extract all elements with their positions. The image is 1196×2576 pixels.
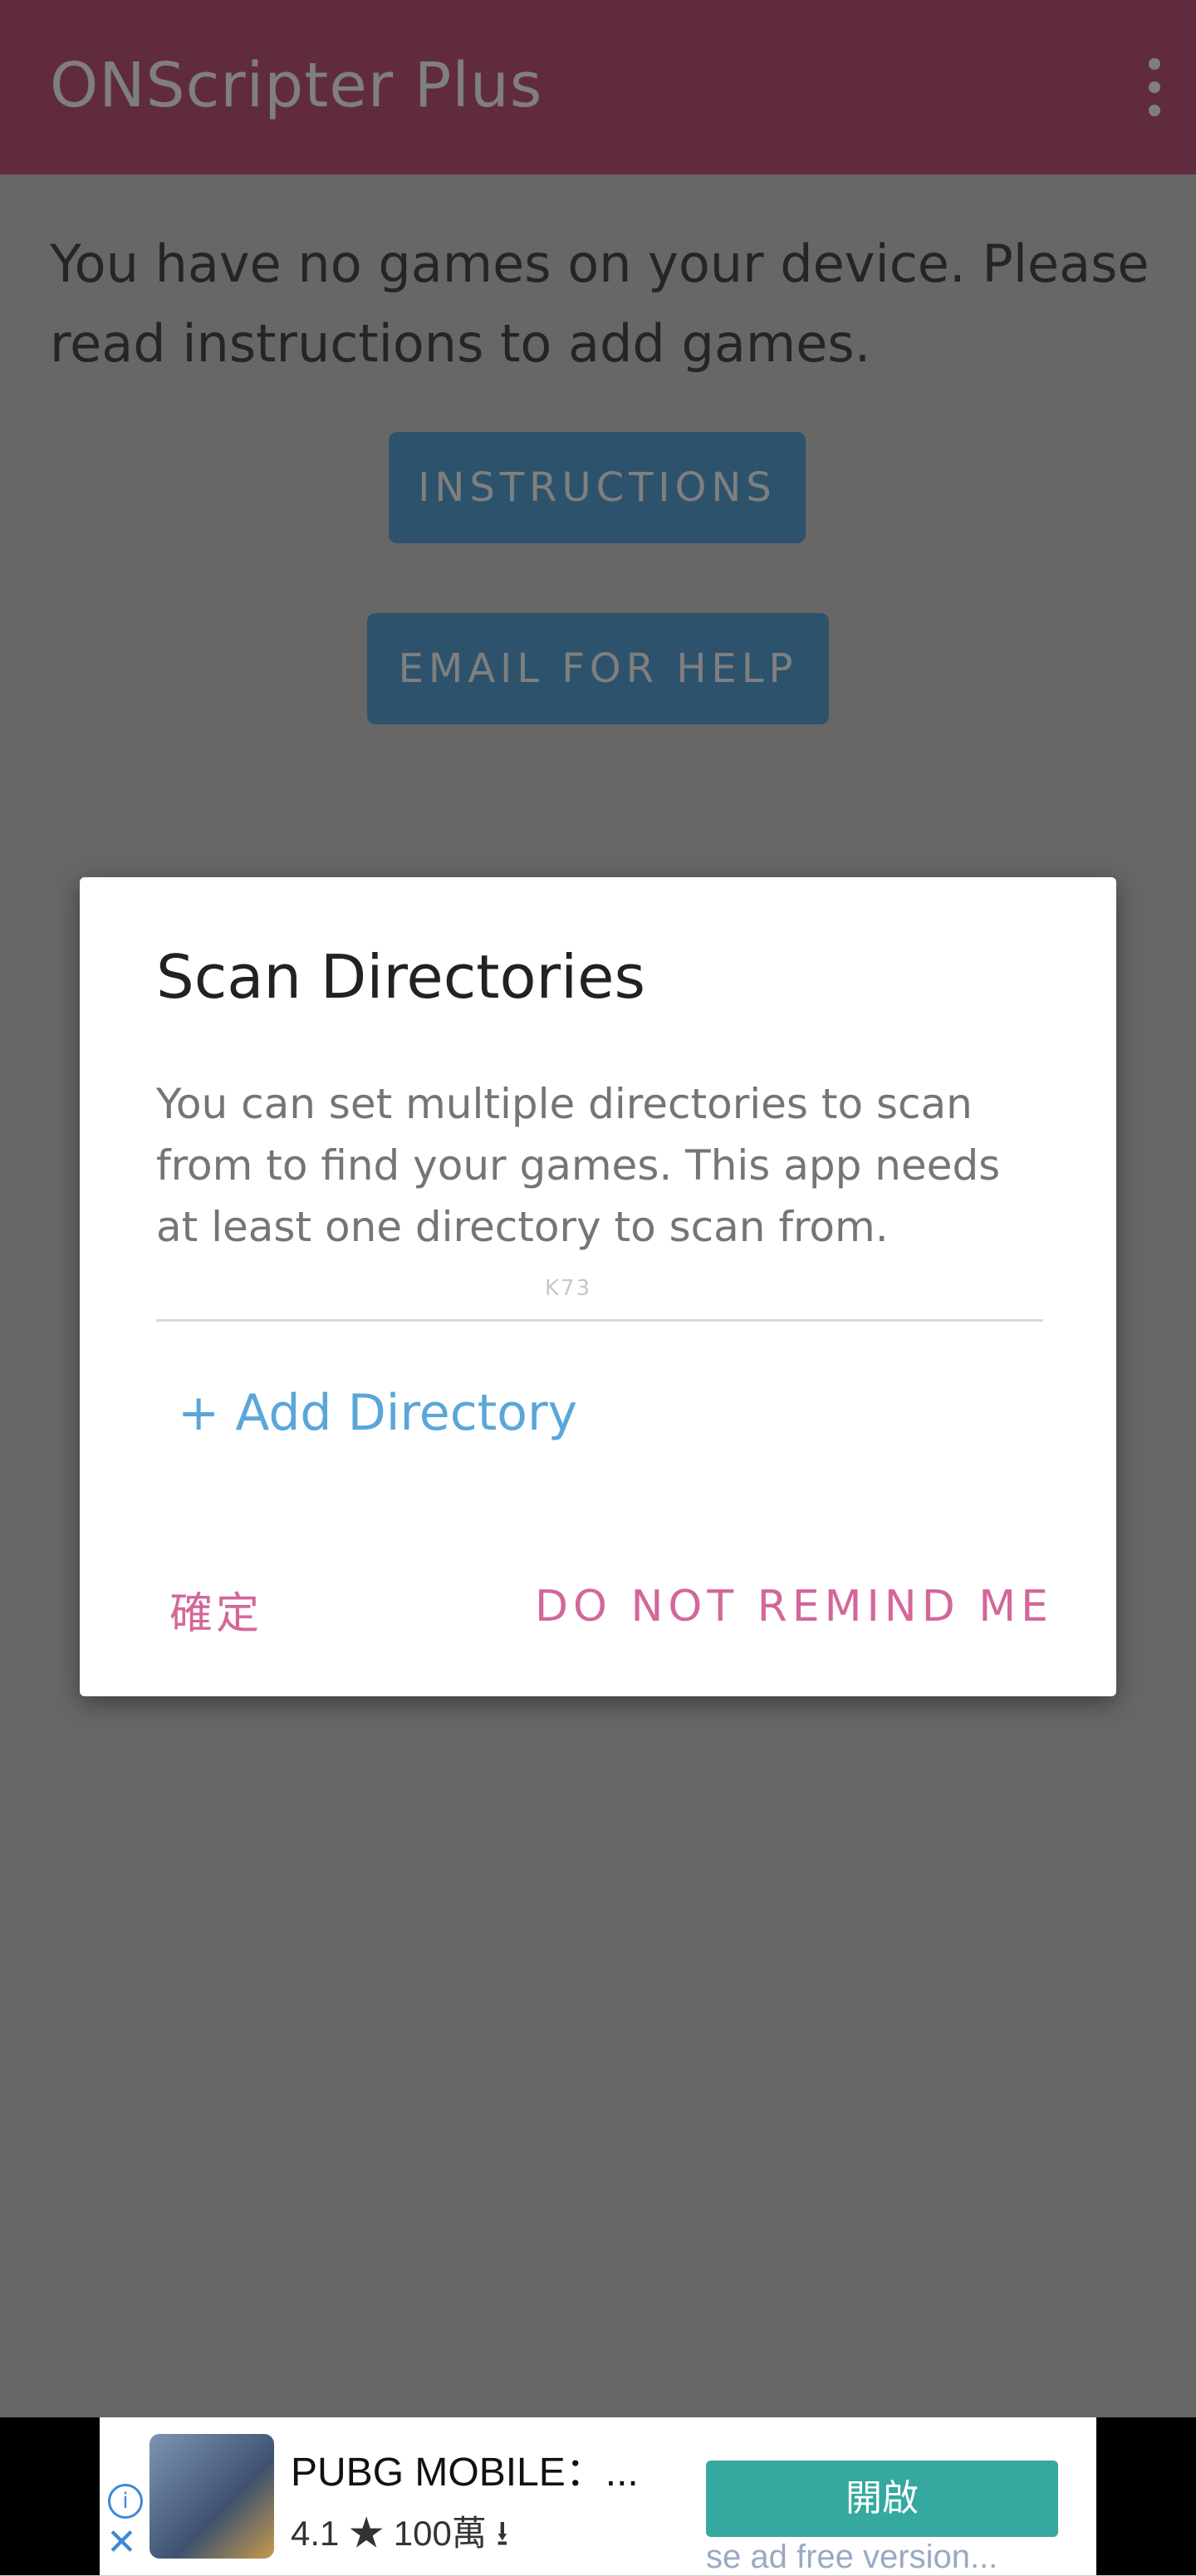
download-icon: ⭳ <box>496 2514 509 2553</box>
ad-content[interactable]: i ✕ PUBG MOBILE：... 4.1 ★ 100萬 ⭳ 開啟 se a… <box>100 2417 1096 2575</box>
ad-title: PUBG MOBILE：... <box>291 2451 639 2495</box>
ad-rating: 4.1 <box>291 2514 340 2553</box>
ad-banner: i ✕ PUBG MOBILE：... 4.1 ★ 100萬 ⭳ 開啟 se a… <box>0 2417 1196 2575</box>
ad-meta: 4.1 ★ 100萬 ⭳ <box>291 2505 508 2568</box>
add-directory-button[interactable]: + Add Directory <box>178 1384 577 1442</box>
watermark: K73 <box>545 1276 592 1301</box>
ad-subtext: se ad free version... <box>706 2539 998 2575</box>
close-icon[interactable]: ✕ <box>106 2522 137 2564</box>
dialog-title: Scan Directories <box>156 942 645 1012</box>
star-icon: ★ <box>349 2514 385 2553</box>
info-icon[interactable]: i <box>108 2484 143 2519</box>
dialog-message: You can set multiple directories to scan… <box>156 1080 1001 1251</box>
ad-open-button[interactable]: 開啟 <box>706 2461 1058 2537</box>
confirm-button[interactable]: 確定 <box>169 1578 262 1641</box>
dialog-divider <box>156 1319 1043 1322</box>
do-not-remind-button[interactable]: DO NOT REMIND ME <box>535 1582 1053 1631</box>
ad-app-thumbnail <box>150 2434 274 2559</box>
scan-directories-dialog: Scan Directories You can set multiple di… <box>80 877 1116 1696</box>
ad-downloads: 100萬 <box>393 2514 487 2553</box>
